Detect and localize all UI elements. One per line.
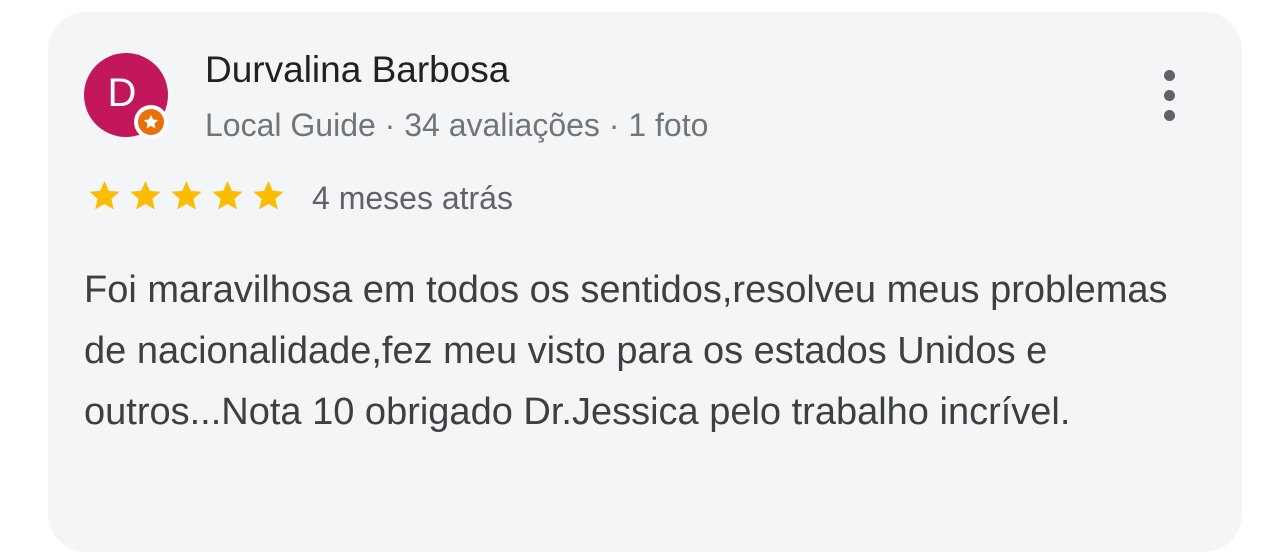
author-meta: Local Guide · 34 avaliações · 1 foto xyxy=(205,107,709,143)
star-icon xyxy=(171,181,202,210)
review-date: 4 meses atrás xyxy=(312,180,513,216)
author-name[interactable]: Durvalina Barbosa xyxy=(205,49,509,91)
star-icon xyxy=(212,181,243,210)
local-guide-star-icon xyxy=(138,109,164,135)
review-text: Foi maravilhosa em todos os sentidos,res… xyxy=(84,269,1168,433)
star-icon xyxy=(89,181,120,210)
review-card: D Durvalina Barbosa Local Guide · 34 ava… xyxy=(48,12,1242,552)
more-options-button[interactable] xyxy=(1146,68,1194,124)
star-icon xyxy=(130,181,161,210)
star-rating xyxy=(84,178,289,214)
local-guide-badge xyxy=(134,105,168,139)
star-icon xyxy=(253,181,284,210)
